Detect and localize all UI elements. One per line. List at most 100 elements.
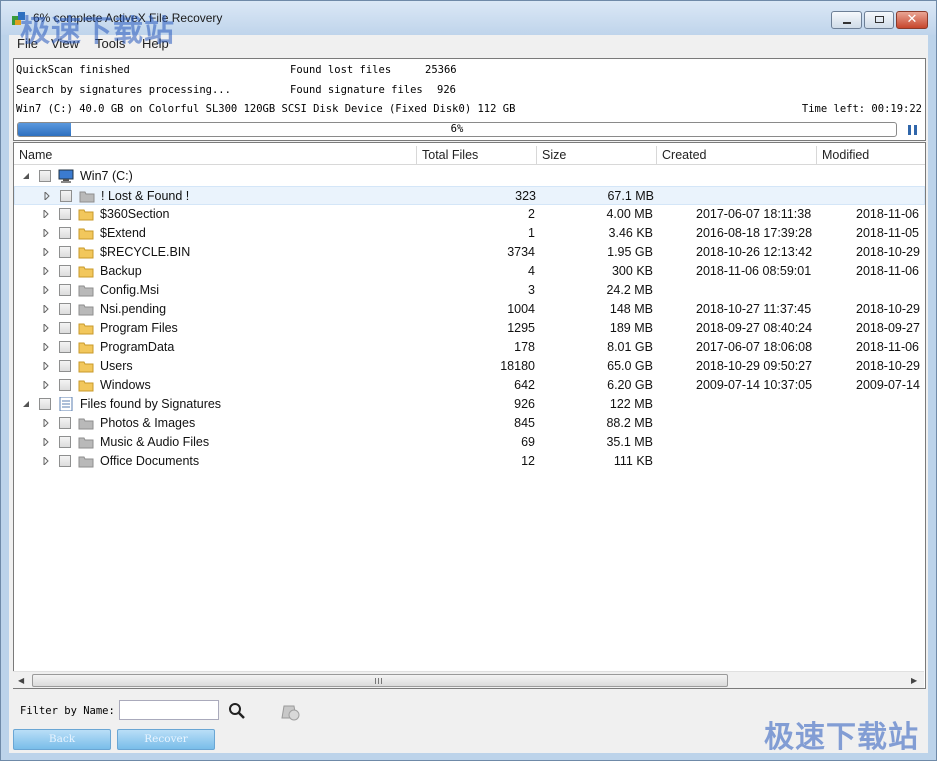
row-created: 2017-06-07 18:06:08: [696, 340, 813, 354]
row-checkbox[interactable]: [59, 379, 71, 391]
row-modified: 2018-11-06: [856, 207, 920, 221]
tree-row[interactable]: Config.Msi 3 24.2 MB: [14, 281, 925, 300]
row-modified: [856, 395, 923, 414]
row-name: $Extend: [100, 226, 146, 240]
column-header-size[interactable]: Size: [537, 146, 657, 165]
row-checkbox[interactable]: [59, 455, 71, 467]
row-total-files: 1004: [507, 302, 535, 316]
row-modified: [856, 433, 923, 452]
search-icon[interactable]: [228, 702, 246, 720]
horizontal-scrollbar[interactable]: ◀ ▶: [13, 671, 924, 688]
row-name: ProgramData: [100, 340, 175, 354]
close-button[interactable]: ✕: [896, 11, 928, 29]
column-header-name[interactable]: Name: [14, 146, 417, 165]
watermark-bottom: 极速下载站: [764, 720, 919, 755]
tree-row[interactable]: Music & Audio Files 69 35.1 MB: [14, 433, 925, 452]
expand-icon[interactable]: [42, 229, 50, 237]
tree-row[interactable]: $360Section 2 4.00 MB 2017-06-07 18:11:38 20…: [14, 205, 925, 224]
back-button[interactable]: Back: [13, 729, 111, 750]
row-total-files: 845: [514, 416, 535, 430]
row-size: 4.00 MB: [606, 207, 653, 221]
row-modified: [856, 167, 923, 186]
row-checkbox[interactable]: [59, 360, 71, 372]
scan-status-panel: QuickScan finished Found lost files 2536…: [13, 58, 926, 141]
row-created: 2016-08-18 17:39:28: [696, 226, 813, 240]
row-size: 148 MB: [609, 302, 653, 316]
expand-icon[interactable]: [42, 362, 50, 370]
expand-icon[interactable]: [42, 343, 50, 351]
column-header-total-files[interactable]: Total Files: [417, 146, 537, 165]
row-checkbox[interactable]: [59, 208, 71, 220]
row-modified: 2018-10-29: [856, 359, 920, 373]
row-modified: [856, 281, 923, 300]
maximize-button[interactable]: [864, 11, 894, 29]
row-total-files: 3: [528, 283, 535, 297]
row-checkbox[interactable]: [59, 246, 71, 258]
tree-row[interactable]: Win7 (C:): [14, 167, 925, 186]
row-checkbox[interactable]: [59, 265, 71, 277]
row-checkbox[interactable]: [39, 398, 51, 410]
row-size: 35.1 MB: [606, 435, 653, 449]
expand-icon[interactable]: [42, 248, 50, 256]
expand-icon[interactable]: [42, 438, 50, 446]
filter-by-name-input[interactable]: [119, 700, 219, 720]
expand-icon[interactable]: [42, 267, 50, 275]
collapse-icon[interactable]: [22, 172, 30, 180]
tree-row[interactable]: Users 18180 65.0 GB 2018-10-29 09:50:27 2018…: [14, 357, 925, 376]
row-size: [537, 167, 653, 186]
row-size: 6.20 GB: [607, 378, 653, 392]
expand-icon[interactable]: [42, 457, 50, 465]
tree-row[interactable]: Files found by Signatures 926 122 MB: [14, 395, 925, 414]
row-size: 24.2 MB: [606, 283, 653, 297]
tree-row[interactable]: Photos & Images 845 88.2 MB: [14, 414, 925, 433]
filter-label: Filter by Name:: [20, 705, 115, 717]
row-total-files: 18180: [500, 359, 535, 373]
tree-row[interactable]: Nsi.pending 1004 148 MB 2018-10-27 11:37:45…: [14, 300, 925, 319]
row-name: Users: [100, 359, 133, 373]
tree-row[interactable]: Windows 642 6.20 GB 2009-07-14 10:37:05 2009…: [14, 376, 925, 395]
scroll-left-icon[interactable]: ◀: [18, 676, 24, 685]
row-total-files: 926: [514, 397, 535, 411]
expand-icon[interactable]: [42, 381, 50, 389]
row-created: 2018-10-26 12:13:42: [696, 245, 813, 259]
row-checkbox[interactable]: [59, 227, 71, 239]
row-checkbox[interactable]: [39, 170, 51, 182]
tree-row[interactable]: ProgramData 178 8.01 GB 2017-06-07 18:06:08…: [14, 338, 925, 357]
row-checkbox[interactable]: [59, 284, 71, 296]
tree-row[interactable]: Backup 4 300 KB 2018-11-06 08:59:01 2018-11-…: [14, 262, 925, 281]
row-checkbox[interactable]: [59, 436, 71, 448]
column-header-modified[interactable]: Modified: [817, 146, 925, 165]
grip-icon: [375, 678, 382, 684]
tree-row[interactable]: $RECYCLE.BIN 3734 1.95 GB 2018-10-26 12:13:…: [14, 243, 925, 262]
tree-row[interactable]: Office Documents 12 111 KB: [14, 452, 925, 471]
tree-row[interactable]: $Extend 1 3.46 KB 2016-08-18 17:39:28 2018-1…: [14, 224, 925, 243]
column-header-created[interactable]: Created: [657, 146, 817, 165]
expand-icon[interactable]: [42, 286, 50, 294]
row-checkbox[interactable]: [59, 417, 71, 429]
tree-row[interactable]: ! Lost & Found ! 323 67.1 MB: [14, 186, 925, 205]
scrollbar-thumb[interactable]: [32, 674, 728, 687]
row-created: 2018-09-27 08:40:24: [696, 321, 813, 335]
pause-icon[interactable]: [908, 125, 918, 135]
minimize-button[interactable]: [831, 11, 862, 29]
row-checkbox[interactable]: [59, 322, 71, 334]
row-checkbox[interactable]: [59, 341, 71, 353]
progress-label: 6%: [450, 123, 464, 135]
expand-icon[interactable]: [42, 419, 50, 427]
recover-button[interactable]: Recover: [117, 729, 215, 750]
row-modified: 2018-10-29: [856, 302, 920, 316]
row-checkbox[interactable]: [59, 303, 71, 315]
collapse-icon[interactable]: [22, 400, 30, 408]
expand-icon[interactable]: [42, 305, 50, 313]
tree-row[interactable]: Program Files 1295 189 MB 2018-09-27 08:40:…: [14, 319, 925, 338]
row-name: ! Lost & Found !: [101, 189, 190, 203]
expand-icon[interactable]: [42, 324, 50, 332]
app-window: 6% complete ActiveX File Recovery ✕ File…: [0, 0, 937, 761]
clear-filter-icon[interactable]: [279, 702, 301, 722]
expand-icon[interactable]: [43, 192, 51, 200]
row-total-files: 178: [514, 340, 535, 354]
expand-icon[interactable]: [42, 210, 50, 218]
row-checkbox[interactable]: [60, 190, 72, 202]
row-name: Music & Audio Files: [100, 435, 210, 449]
scroll-right-icon[interactable]: ▶: [911, 676, 917, 685]
